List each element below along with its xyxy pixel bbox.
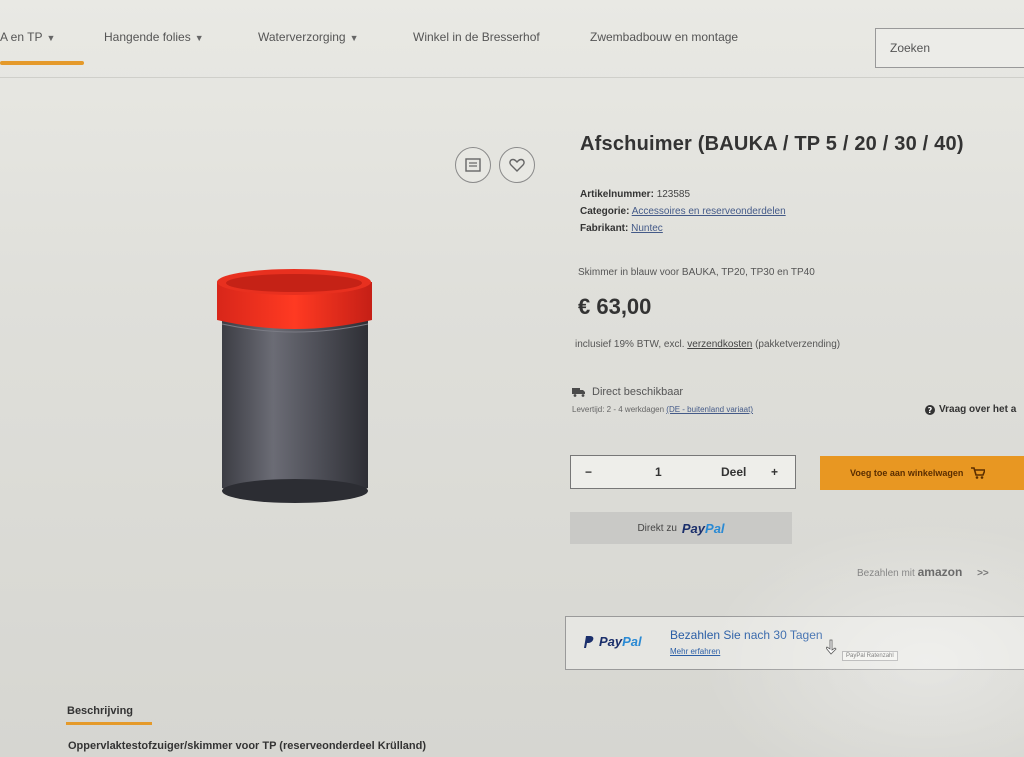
nav-item-label: Hangende folies bbox=[104, 30, 191, 44]
manufacturer-row: Fabrikant: Nuntec bbox=[580, 223, 663, 234]
mouse-pointer-icon bbox=[826, 639, 837, 655]
shipping-costs-link[interactable]: verzendkosten bbox=[687, 339, 752, 350]
tax-suffix: (pakketverzending) bbox=[755, 339, 841, 350]
nav-item-2[interactable]: Waterverzorging ▼ bbox=[258, 30, 359, 44]
delivery-time: Levertijd: 2 - 4 werkdagen (DE - buitenl… bbox=[572, 405, 753, 414]
active-tab-indicator bbox=[66, 722, 152, 725]
wishlist-button[interactable] bbox=[499, 147, 535, 183]
availability: Direct beschikbaar bbox=[572, 386, 683, 398]
paypal-logo: PayPal bbox=[682, 521, 725, 536]
active-nav-indicator bbox=[0, 61, 84, 65]
paypal-banner-pay: Pay bbox=[599, 634, 623, 649]
paypal-paylater-banner[interactable]: PayPal Bezahlen Sie nach 30 Tagen Mehr e… bbox=[565, 616, 1024, 670]
nav-item-3[interactable]: Winkel in de Bresserhof bbox=[413, 30, 540, 44]
amazon-prefix: Bezahlen mit bbox=[857, 568, 915, 579]
add-to-cart-button[interactable]: Voeg toe aan winkelwagen bbox=[820, 456, 1024, 490]
paypal-logo-pal: Pal bbox=[705, 520, 725, 536]
heart-icon bbox=[509, 158, 525, 172]
paypal-express-button[interactable]: Direkt zu PayPal bbox=[570, 512, 792, 544]
search-placeholder: Zoeken bbox=[890, 41, 931, 55]
nav-item-label: A en TP bbox=[0, 30, 43, 44]
delivery-variants-link[interactable]: (DE - buitenland variaat) bbox=[666, 405, 753, 414]
cart-icon bbox=[971, 467, 986, 479]
chevron-down-icon: ▼ bbox=[349, 33, 359, 43]
gallery-icon bbox=[465, 158, 481, 172]
quantity-input[interactable]: 1 bbox=[655, 465, 662, 479]
decrease-button[interactable]: − bbox=[585, 465, 592, 479]
svg-text:?: ? bbox=[928, 406, 933, 415]
question-link-text: Vraag over het a bbox=[939, 404, 1017, 415]
product-title: Afschuimer (BAUKA / TP 5 / 20 / 30 / 40) bbox=[580, 133, 964, 155]
nav-item-0[interactable]: A en TP ▼ bbox=[0, 30, 55, 44]
add-to-cart-label: Voeg toe aan winkelwagen bbox=[850, 468, 964, 478]
paypal-banner-wordmark: PayPal bbox=[599, 634, 642, 649]
short-description: Skimmer in blauw voor BAUKA, TP20, TP30 … bbox=[578, 267, 815, 278]
paylater-headline: Bezahlen Sie nach 30 Tagen bbox=[670, 628, 823, 642]
truck-icon bbox=[572, 388, 585, 397]
paypal-p-icon bbox=[584, 635, 594, 648]
tax-note: inclusief 19% BTW, excl. verzendkosten (… bbox=[575, 339, 840, 350]
paypal-banner-logo: PayPal bbox=[582, 634, 642, 649]
nav-item-label: Winkel in de Bresserhof bbox=[413, 30, 540, 44]
category-link[interactable]: Accessoires en reserveonderdelen bbox=[632, 206, 786, 217]
paypal-banner-pal: Pal bbox=[622, 634, 642, 649]
nav-item-1[interactable]: Hangende folies ▼ bbox=[104, 30, 204, 44]
delivery-text: Levertijd: 2 - 4 werkdagen bbox=[572, 405, 665, 414]
chevron-down-icon: ▼ bbox=[194, 33, 204, 43]
tab-description[interactable]: Beschrijving bbox=[67, 705, 133, 717]
gallery-button[interactable] bbox=[455, 147, 491, 183]
tooltip: PayPal Ratenzahl bbox=[842, 651, 898, 661]
increase-button[interactable]: + bbox=[771, 465, 778, 479]
manufacturer-label: Fabrikant: bbox=[580, 223, 629, 234]
amazon-arrow-icon: >> bbox=[977, 568, 989, 579]
product-image[interactable] bbox=[200, 258, 390, 518]
question-icon: ? bbox=[925, 404, 935, 415]
paypal-prefix: Direkt zu bbox=[637, 522, 677, 534]
product-page: A en TP ▼ Hangende folies ▼ Waterverzorgin… bbox=[0, 0, 1024, 757]
amazon-logo: amazon bbox=[917, 565, 963, 579]
nav-item-4[interactable]: Zwembadbouw en montage bbox=[590, 30, 738, 44]
sku-row: Artikelnummer: 123585 bbox=[580, 189, 690, 200]
tax-text: inclusief 19% BTW, excl. bbox=[575, 339, 685, 350]
paylater-more-link[interactable]: Mehr erfahren bbox=[670, 647, 720, 656]
nav-item-label: Zwembadbouw en montage bbox=[590, 30, 739, 44]
category-row: Categorie: Accessoires en reserveonderde… bbox=[580, 206, 786, 217]
amazon-pay-button[interactable]: Bezahlen mit amazon >> bbox=[857, 565, 989, 579]
quantity-stepper: − 1 Deel + bbox=[570, 455, 796, 489]
search-input[interactable]: Zoeken bbox=[875, 28, 1024, 68]
chevron-down-icon: ▼ bbox=[46, 33, 56, 43]
unit-label: Deel bbox=[721, 465, 747, 479]
product-question-link[interactable]: ? Vraag over het a bbox=[925, 404, 1016, 415]
manufacturer-link[interactable]: Nuntec bbox=[631, 223, 663, 234]
main-navigation: A en TP ▼ Hangende folies ▼ Waterverzorgin… bbox=[0, 0, 1024, 78]
product-price: € 63,00 bbox=[578, 294, 652, 319]
paypal-logo-pay: Pay bbox=[681, 520, 706, 536]
category-label: Categorie: bbox=[580, 206, 630, 217]
description-first-line: Oppervlaktestofzuiger/skimmer voor TP (r… bbox=[68, 740, 427, 752]
nav-item-label: Waterverzorging bbox=[258, 30, 346, 44]
sku-value: 123585 bbox=[656, 189, 691, 200]
sku-label: Artikelnummer: bbox=[580, 189, 654, 200]
availability-text: Direct beschikbaar bbox=[592, 386, 684, 398]
